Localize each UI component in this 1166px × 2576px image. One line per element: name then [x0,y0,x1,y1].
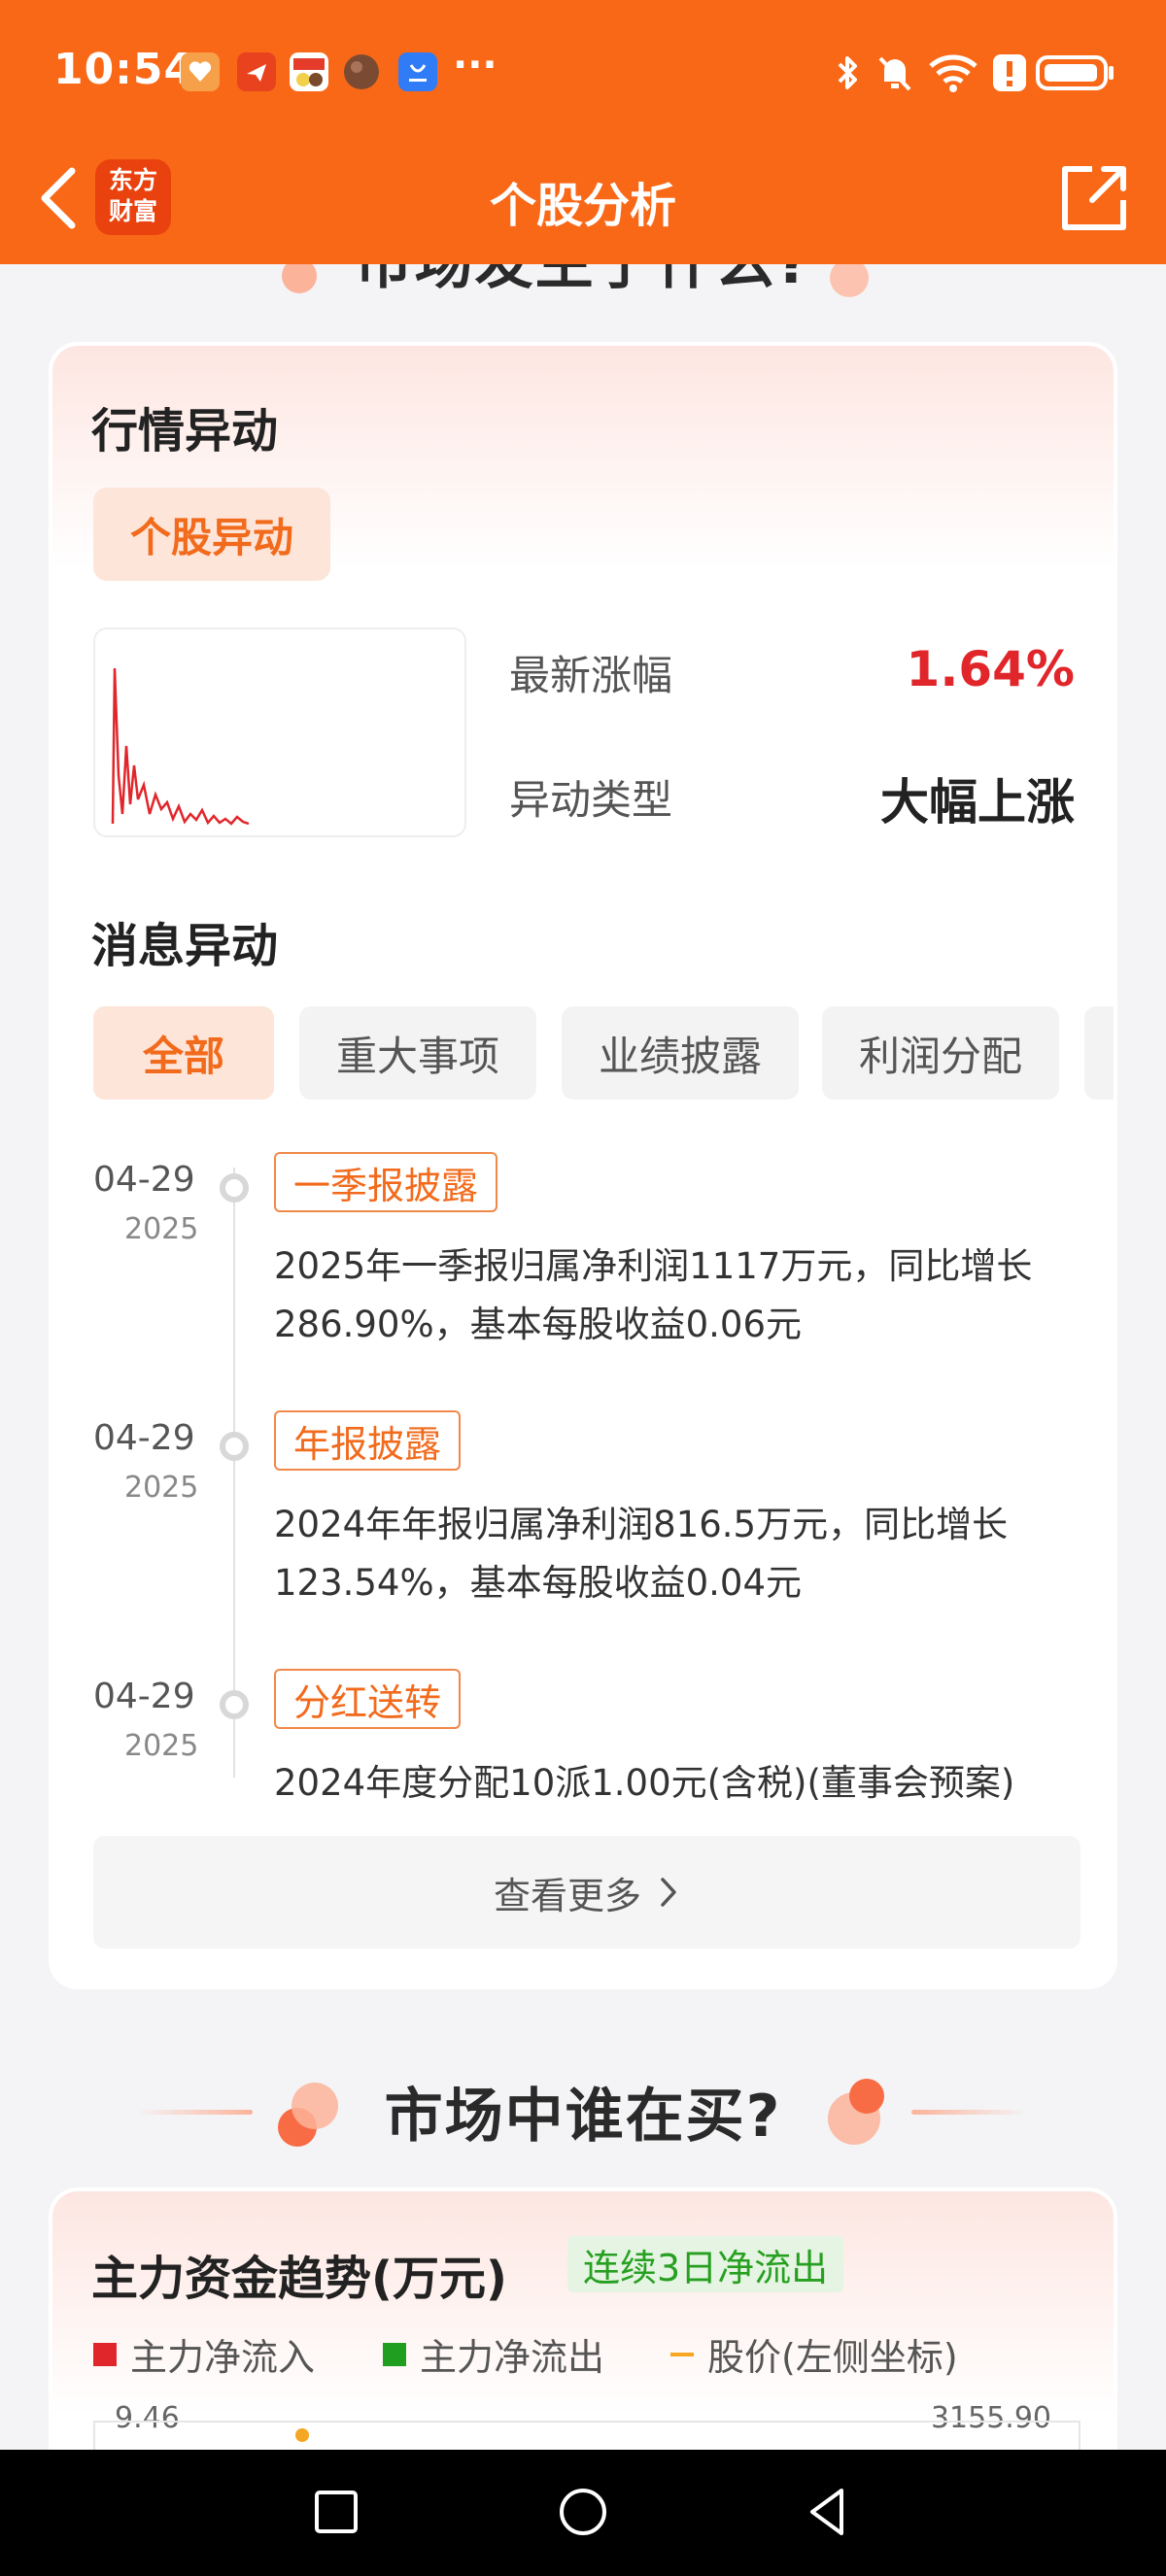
square-icon [315,2491,358,2533]
sparkline-chart [93,627,466,837]
timeline-date: 04-29 [93,1677,195,1716]
tab-overflow[interactable] [1084,1006,1114,1100]
card-title-market: 行情异动 [91,404,279,458]
legend-inflow: 主力净流入 [93,2327,315,2381]
wifi-icon [927,51,981,95]
tab-earnings[interactable]: 业绩披露 [562,1006,799,1100]
battery-icon [1036,51,1115,95]
page-title: 个股分析 [489,179,676,233]
timeline-tag: 分红送转 [274,1669,462,1729]
legend-outflow: 主力净流出 [383,2327,604,2381]
metric-label-change: 最新涨幅 [509,652,673,699]
tab-dividend[interactable]: 利润分配 [822,1006,1059,1100]
mute-icon [873,51,917,95]
legend-swatch-green [383,2342,406,2366]
timeline-tag: 年报披露 [274,1410,462,1471]
metric-value-change: 1.64% [906,641,1075,697]
timeline-dot [220,1173,249,1203]
timeline-year: 2025 [124,1729,199,1763]
legend-swatch-line [670,2352,694,2356]
legend-swatch-red [93,2342,117,2366]
timeline-date: 04-29 [93,1418,195,1458]
store-app-icon [398,52,437,91]
share-icon [1062,166,1126,230]
timeline-item[interactable]: 04-29 2025 一季报披露 2025年一季报归属净利润1117万元，同比增… [52,1152,1114,1354]
timeline-text: 2025年一季报归属净利润1117万元，同比增长286.90%，基本每股收益0.… [274,1245,1033,1345]
game-app-icon [290,52,328,91]
tab-major-events[interactable]: 重大事项 [299,1006,536,1100]
tab-all[interactable]: 全部 [93,1006,274,1100]
timeline-text: 2024年年报归属净利润816.5万元，同比增长123.54%，基本每股收益0.… [274,1504,1009,1604]
timeline-year: 2025 [124,1212,199,1246]
timeline-item[interactable]: 04-29 2025 分红送转 2024年度分配10派1.00元(含税)(董事会… [52,1669,1114,1813]
section-header-who: 市场中谁在买? [0,2069,1166,2156]
mail-app-icon [237,52,276,91]
news-anomaly-title: 消息异动 [91,919,279,973]
timeline-date: 04-29 [93,1160,195,1200]
nav-bar-top: 东方 财富 个股分析 [0,146,1166,264]
net-outflow-badge: 连续3日净流出 [567,2236,844,2292]
timeline-year: 2025 [124,1471,199,1505]
timeline-dot [220,1690,249,1719]
fund-trend-title: 主力资金趋势(万元) [91,2252,507,2306]
stock-anomaly-tag[interactable]: 个股异动 [93,488,330,581]
alert-icon [987,51,1032,95]
chevron-right-icon [661,1878,676,1907]
more-notifications: ··· [453,43,497,87]
circle-icon [560,2489,606,2535]
legend-label: 主力净流入 [130,2336,316,2379]
legend-label: 股价(左侧坐标) [707,2336,958,2379]
chart-gridline [93,2421,1080,2423]
legend-price: 股价(左侧坐标) [670,2327,958,2381]
axis-right-top: 3155.90 [930,2401,1051,2435]
view-more-button[interactable]: 查看更多 [93,1836,1080,1949]
circle-app-icon [342,52,381,91]
status-time: 10:54 [53,45,195,94]
home-button[interactable] [554,2483,612,2541]
view-more-label: 查看更多 [493,1874,641,1917]
timeline-item[interactable]: 04-29 2025 年报披露 2024年年报归属净利润816.5万元，同比增长… [52,1410,1114,1612]
system-nav-bar [0,2450,1166,2576]
health-app-icon [181,52,220,91]
timeline-tag: 一季报披露 [274,1152,498,1212]
legend-label: 主力净流出 [420,2336,605,2379]
price-point [295,2428,309,2442]
sparkline-line [111,667,250,826]
share-button[interactable] [1057,161,1131,235]
back-nav-button[interactable] [799,2483,857,2541]
status-bar: 10:54 ··· [0,0,1166,146]
axis-left-top: 9.46 [115,2401,180,2435]
metric-label-type: 异动类型 [509,776,673,824]
market-anomaly-card: 行情异动 个股异动 最新涨幅 1.64% 异动类型 大幅上涨 消息异动 全部 重… [49,342,1117,1989]
decor-line [911,2110,1028,2115]
decor-dot [849,2079,884,2114]
recents-button[interactable] [307,2483,365,2541]
timeline-text: 2024年度分配10派1.00元(含税)(董事会预案) [274,1762,1015,1804]
news-tabs: 全部 重大事项 业绩披露 利润分配 [93,1006,1114,1102]
timeline-dot [220,1432,249,1461]
metric-value-type: 大幅上涨 [880,774,1075,830]
app-header: 10:54 ··· 东方 财富 个股分析 [0,0,1166,264]
triangle-back-icon [810,2489,843,2535]
bluetooth-icon [826,51,871,95]
